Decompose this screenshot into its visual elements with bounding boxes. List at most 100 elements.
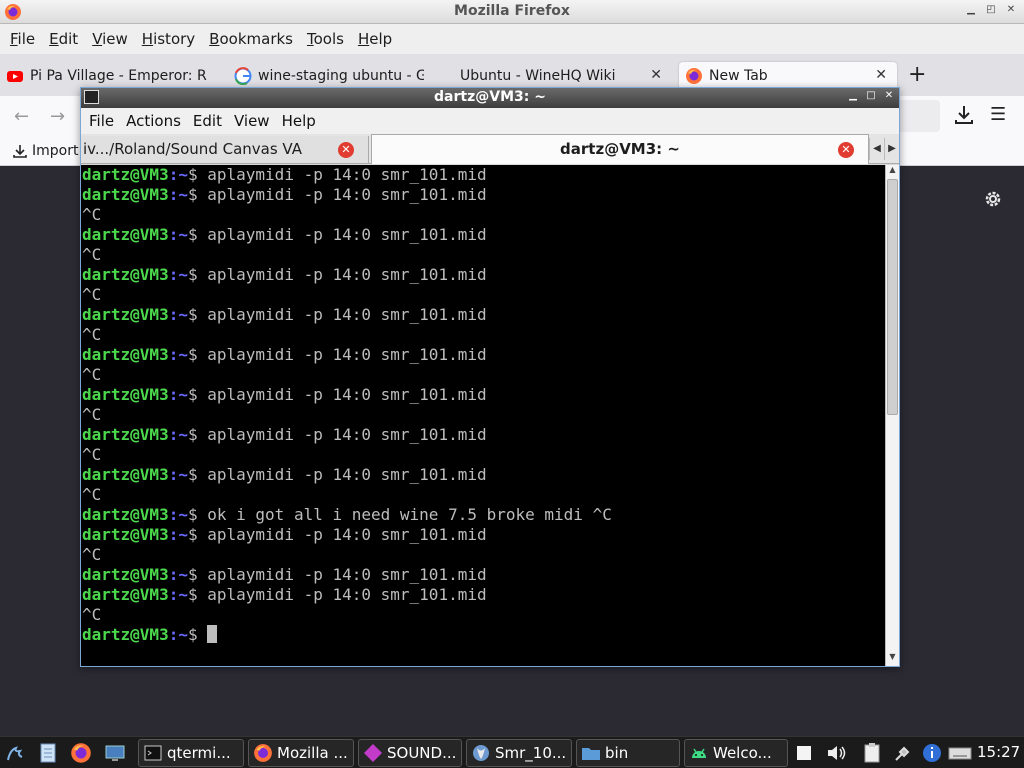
terminal-line: ^C bbox=[82, 365, 885, 385]
import-bookmarks-button[interactable]: Import bbox=[12, 143, 78, 159]
menu-edit[interactable]: Edit bbox=[42, 30, 85, 48]
network-plug-icon bbox=[895, 746, 910, 761]
new-tab-plus-icon[interactable]: + bbox=[908, 62, 926, 87]
terminal-menu-view[interactable]: View bbox=[228, 112, 276, 130]
scrollbar-thumb[interactable] bbox=[887, 179, 898, 415]
prompt-user: dartz@VM3 bbox=[82, 165, 169, 184]
output-text: ^C bbox=[82, 605, 102, 624]
prompt-user: dartz@VM3 bbox=[82, 185, 169, 204]
tab-close-icon[interactable]: ✕ bbox=[338, 142, 354, 158]
menu-accelerator: H bbox=[357, 30, 370, 48]
close-icon[interactable]: ✕ bbox=[1004, 4, 1018, 15]
terminal-line: dartz@VM3:~$ aplaymidi -p 14:0 smr_101.m… bbox=[82, 385, 885, 405]
tray-clipboard[interactable] bbox=[862, 737, 882, 768]
command-text: aplaymidi -p 14:0 smr_101.mid bbox=[207, 525, 487, 544]
menu-label-rest: ile bbox=[17, 30, 36, 48]
hamburger-menu-icon[interactable]: ☰ bbox=[990, 104, 1006, 125]
tab-new-tab[interactable]: New Tab ✕ bbox=[679, 62, 897, 90]
maximize-icon[interactable]: ◰ bbox=[984, 4, 998, 15]
text-cursor bbox=[207, 625, 218, 643]
tab-wine-staging-ubuntu[interactable]: wine-staging ubuntu - Go bbox=[234, 62, 424, 90]
launcher-files[interactable] bbox=[38, 737, 58, 768]
forward-arrow-icon[interactable]: → bbox=[50, 106, 65, 127]
download-icon[interactable] bbox=[952, 102, 976, 128]
terminal-menu-actions[interactable]: Actions bbox=[120, 112, 187, 130]
terminal-line: ^C bbox=[82, 245, 885, 265]
qterminal-window: dartz@VM3: ~ ▁ □ ✕ File Actions Edit View He… bbox=[80, 87, 900, 667]
tab-label: iv.../Roland/Sound Canvas VA bbox=[83, 140, 302, 158]
scroll-down-icon[interactable]: ▼ bbox=[886, 652, 899, 666]
prompt-path: :~ bbox=[168, 465, 188, 484]
menu-tools[interactable]: Tools bbox=[300, 30, 351, 48]
tab-pi-pa-village[interactable]: Pi Pa Village - Emperor: R bbox=[6, 62, 228, 90]
tab-label: Pi Pa Village - Emperor: R bbox=[30, 68, 207, 84]
command-text: aplaymidi -p 14:0 smr_101.mid bbox=[207, 265, 487, 284]
terminal-menu-help[interactable]: Help bbox=[276, 112, 322, 130]
command-text: aplaymidi -p 14:0 smr_101.mid bbox=[207, 585, 487, 604]
volume-icon bbox=[828, 746, 846, 760]
tab-close-icon[interactable]: ✕ bbox=[875, 67, 887, 83]
close-icon[interactable]: ✕ bbox=[883, 90, 895, 101]
tray-volume[interactable] bbox=[826, 737, 848, 768]
qterminal-window-controls: ▁ □ ✕ bbox=[847, 90, 895, 101]
prompt-symbol: $ bbox=[187, 385, 198, 404]
prompt-symbol: $ bbox=[187, 185, 198, 204]
taskbar-clock[interactable]: 15:27 bbox=[977, 743, 1020, 761]
prompt-symbol: $ bbox=[187, 565, 198, 584]
menu-file[interactable]: File bbox=[3, 30, 42, 48]
taskbar-window-label: bin bbox=[605, 744, 629, 762]
tray-network[interactable] bbox=[892, 737, 914, 768]
menu-bookmarks[interactable]: Bookmarks bbox=[202, 30, 300, 48]
command-text: aplaymidi -p 14:0 smr_101.mid bbox=[207, 465, 487, 484]
firefox-window-controls: ▁ ◰ ✕ bbox=[964, 4, 1018, 15]
maximize-icon[interactable]: □ bbox=[865, 90, 877, 101]
tray-notes[interactable] bbox=[794, 737, 814, 768]
terminal-tab-dartz[interactable]: dartz@VM3: ~ bbox=[371, 134, 869, 164]
terminal-menu-edit[interactable]: Edit bbox=[187, 112, 228, 130]
gear-icon[interactable] bbox=[982, 188, 1004, 210]
back-arrow-icon[interactable]: ← bbox=[14, 106, 29, 127]
tray-info[interactable] bbox=[922, 737, 942, 768]
minimize-icon[interactable]: ▁ bbox=[847, 90, 859, 101]
taskbar-window-welcome[interactable]: Welco... bbox=[684, 739, 788, 767]
tab-close-icon[interactable]: ✕ bbox=[838, 142, 854, 158]
urlbar-edge[interactable] bbox=[896, 100, 940, 132]
prompt-symbol: $ bbox=[187, 425, 198, 444]
tab-close-icon[interactable]: ✕ bbox=[650, 67, 662, 83]
command-text: aplaymidi -p 14:0 smr_101.mid bbox=[207, 185, 487, 204]
keyboard-icon bbox=[948, 747, 972, 760]
menu-help[interactable]: Help bbox=[351, 30, 399, 48]
tray-keyboard[interactable] bbox=[948, 737, 972, 768]
menu-history[interactable]: History bbox=[135, 30, 202, 48]
prompt-path: :~ bbox=[168, 225, 188, 244]
scroll-right-icon[interactable]: ▶ bbox=[884, 138, 899, 160]
tab-ubuntu-winehq[interactable]: Ubuntu - WineHQ Wiki ✕ bbox=[460, 62, 670, 90]
command-text: aplaymidi -p 14:0 smr_101.mid bbox=[207, 305, 487, 324]
terminal-line: ^C bbox=[82, 285, 885, 305]
scroll-left-icon[interactable]: ◀ bbox=[869, 138, 884, 160]
terminal-menu-file[interactable]: File bbox=[83, 112, 120, 130]
terminal-output[interactable]: dartz@VM3:~$ aplaymidi -p 14:0 smr_101.m… bbox=[81, 165, 885, 666]
prompt-user: dartz@VM3 bbox=[82, 465, 169, 484]
terminal-tab-sound-canvas[interactable]: iv.../Roland/Sound Canvas VA bbox=[81, 136, 369, 163]
scroll-up-icon[interactable]: ▲ bbox=[886, 165, 899, 179]
prompt-user: dartz@VM3 bbox=[82, 565, 169, 584]
terminal-line: ^C bbox=[82, 405, 885, 425]
taskbar-window-sound-canvas[interactable]: SOUND... bbox=[358, 739, 462, 767]
launcher-firefox[interactable] bbox=[70, 737, 92, 768]
output-text: ^C bbox=[82, 365, 102, 384]
menu-accelerator: F bbox=[10, 30, 18, 48]
menu-view[interactable]: View bbox=[85, 30, 135, 48]
taskbar-window-qterminal[interactable]: qtermi... bbox=[138, 739, 244, 767]
command-text: aplaymidi -p 14:0 smr_101.mid bbox=[207, 425, 487, 444]
minimize-icon[interactable]: ▁ bbox=[964, 4, 978, 15]
launcher-desktop[interactable] bbox=[104, 737, 126, 768]
menu-accelerator: E bbox=[49, 30, 59, 48]
taskbar-window-bin[interactable]: bin bbox=[576, 739, 680, 767]
info-icon bbox=[923, 744, 941, 762]
app-menu-button[interactable] bbox=[4, 737, 26, 768]
taskbar-window-smr[interactable]: Smr_10... bbox=[466, 739, 572, 767]
prompt-user: dartz@VM3 bbox=[82, 425, 169, 444]
taskbar-window-firefox[interactable]: Mozilla ... bbox=[248, 739, 354, 767]
terminal-scrollbar[interactable]: ▲ ▼ bbox=[885, 165, 899, 666]
